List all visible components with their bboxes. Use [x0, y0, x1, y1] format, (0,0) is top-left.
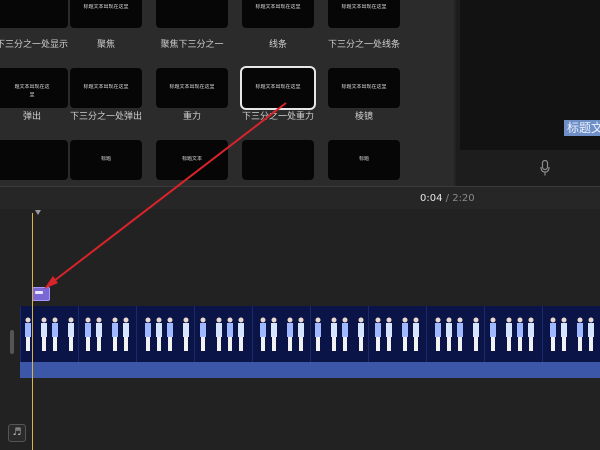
tile-preview-text: 题文本出现在这	[14, 84, 50, 90]
tile-row3-3[interactable]: 标题文本	[156, 140, 228, 180]
tile-preview-text: 标题文本出现在这里	[83, 4, 129, 10]
tile-row3-1[interactable]	[0, 140, 68, 180]
tile-label: 下三分之一处重力	[241, 112, 314, 122]
tile-preview-text: 标题文本出现在这里	[169, 84, 215, 90]
time-separator: /	[442, 193, 453, 204]
title-clip-glyph	[35, 291, 43, 294]
tile-row3-4[interactable]	[242, 140, 314, 180]
playhead-marker-icon[interactable]	[35, 210, 41, 215]
timecode: 0:04 / 2:20	[420, 193, 475, 204]
music-note-icon[interactable]: ♬	[8, 424, 26, 442]
tile-preview-text: 里	[29, 92, 35, 98]
tile-lower-third-show[interactable]	[0, 0, 68, 28]
tile-preview-text: 标题文本出现在这里	[255, 84, 301, 90]
tile-preview-text: 标题	[358, 156, 369, 162]
track-grip-handle[interactable]	[10, 330, 14, 354]
video-filmstrip	[20, 306, 600, 362]
tile-preview-text: 标题文本出现在这里	[341, 84, 387, 90]
tile-label: 线条	[268, 40, 287, 50]
clip-audio-band[interactable]	[20, 362, 600, 378]
tile-preview-text: 标题文本	[181, 156, 202, 162]
tile-label: 重力	[182, 112, 201, 122]
viewer-title-overlay[interactable]: 标题文本	[564, 120, 600, 136]
tile-lower-third-popup[interactable]: 标题文本出现在这里	[70, 68, 142, 108]
tile-label: 棱镜	[354, 112, 373, 122]
tile-gravity[interactable]: 标题文本出现在这里	[156, 68, 228, 108]
tile-preview-text: 标题	[100, 156, 111, 162]
tile-label: 聚焦	[96, 40, 115, 50]
tile-label: 下三分之一处线条	[327, 40, 400, 50]
tile-label: 下三分之一处弹出	[69, 112, 142, 122]
tile-lower-third-line[interactable]: 标题文本出现在这里	[328, 0, 400, 28]
tile-prism[interactable]: 标题文本出现在这里	[328, 68, 400, 108]
tile-popup[interactable]: 题文本出现在这里	[0, 68, 68, 108]
tile-preview-text: 标题文本出现在这里	[255, 4, 301, 10]
tile-preview-text: 标题文本出现在这里	[83, 84, 129, 90]
microphone-icon[interactable]	[540, 160, 550, 176]
tile-line[interactable]: 标题文本出现在这里	[242, 0, 314, 28]
tile-label: 聚焦下三分之一	[160, 40, 224, 50]
timecode-bar	[0, 187, 600, 209]
title-clip[interactable]	[32, 287, 50, 301]
current-time: 0:04	[420, 193, 443, 204]
tile-row3-2[interactable]: 标题	[70, 140, 142, 180]
tile-row3-5[interactable]: 标题	[328, 140, 400, 180]
viewer-panel: 标题文本	[456, 0, 600, 186]
total-duration: 2:20	[452, 193, 475, 204]
video-clip[interactable]	[20, 306, 600, 362]
playhead[interactable]	[32, 213, 33, 450]
tile-preview-text: 标题文本出现在这里	[341, 4, 387, 10]
tile-focus[interactable]: 标题文本出现在这里	[70, 0, 142, 28]
title-browser: 下三分之一处显示 标题文本出现在这里 聚焦 聚焦下三分之一 标题文本出现在这里 线条 标题文…	[0, 0, 454, 186]
tile-focus-lower-third[interactable]	[156, 0, 228, 28]
tile-lower-third-gravity[interactable]: 标题文本出现在这里	[240, 66, 316, 110]
